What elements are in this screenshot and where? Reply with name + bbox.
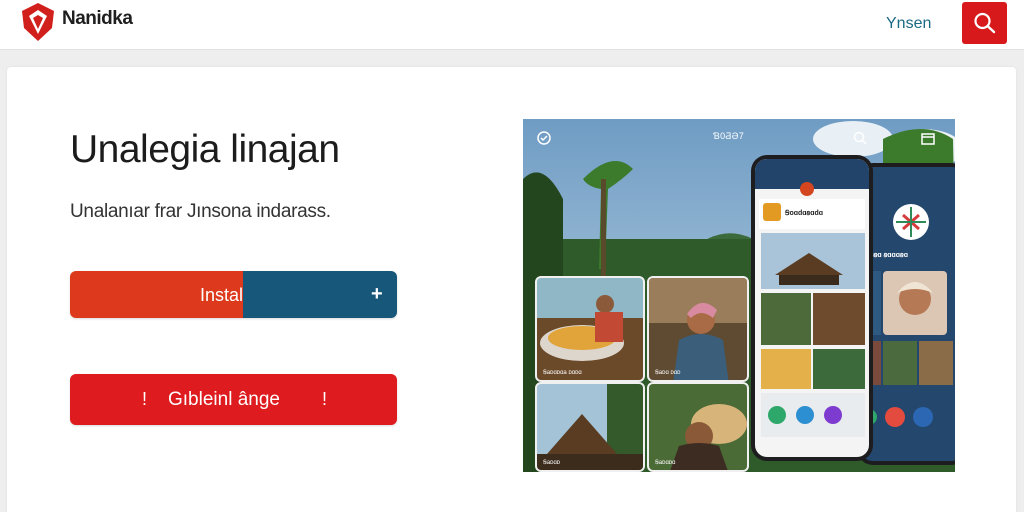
tile-label: Ꞩaᴅɑᴅ — [543, 460, 561, 466]
showcase-caption: Ɓ0ƋƏ7 — [713, 131, 745, 141]
tile-label: Ꞩaᴅɑᴅɑa ᴅɑᴅɑ — [543, 370, 582, 376]
nav-link[interactable]: Ynsen — [886, 15, 931, 33]
install-button[interactable]: Instal + — [70, 271, 397, 318]
window-icon — [921, 132, 935, 150]
showcase-image: Ɓ0ƋƏ7 Ꞩaᴅɑᴅɑa ᴅɑᴅɑ Ꞩaᴅɑ ᴅɑᴅ Ꞩaᴅɑᴅ Ꞩaᴅɑᴅɑ… — [523, 119, 955, 472]
search-icon — [974, 12, 996, 34]
photo-tile[interactable]: Ꞩaᴅɑᴅ — [535, 382, 645, 472]
tile-label: Ꞩaᴅɑ ᴅɑᴅ — [655, 370, 681, 376]
phone-mockup-front: Ꞩoɑdɑꞩɑdɑ — [751, 155, 873, 461]
photo-tile[interactable]: Ꞩaᴅɑᴅɑ — [647, 382, 749, 472]
explore-button-label: Gıbleinl ânge — [168, 389, 280, 410]
page-subtitle: Unalanıar frar Jınsona indarass. — [70, 201, 331, 222]
install-button-label: Instal — [200, 285, 244, 305]
brand-logo-icon[interactable] — [20, 2, 56, 42]
brand-name[interactable]: Nanidka — [62, 8, 133, 30]
explore-button[interactable]: ! Gıbleinl ânge ! — [70, 374, 397, 425]
exclamation-icon: ! — [322, 389, 328, 409]
shield-check-icon — [537, 131, 551, 150]
plus-icon: + — [371, 283, 383, 305]
photo-tile[interactable]: Ꞩaᴅɑᴅɑa ᴅɑᴅɑ — [535, 276, 645, 382]
search-icon — [853, 131, 867, 150]
search-button[interactable] — [962, 2, 1007, 44]
phone-front-title: Ꞩoɑdɑꞩɑdɑ — [785, 210, 824, 217]
tile-label: Ꞩaᴅɑᴅɑ — [655, 460, 676, 466]
page-title: Unalegia linajan — [70, 128, 340, 171]
photo-tile[interactable]: Ꞩaᴅɑ ᴅɑᴅ — [647, 276, 749, 382]
top-bar: Nanidka Ynsen — [0, 0, 1024, 50]
exclamation-icon: ! — [142, 389, 148, 409]
